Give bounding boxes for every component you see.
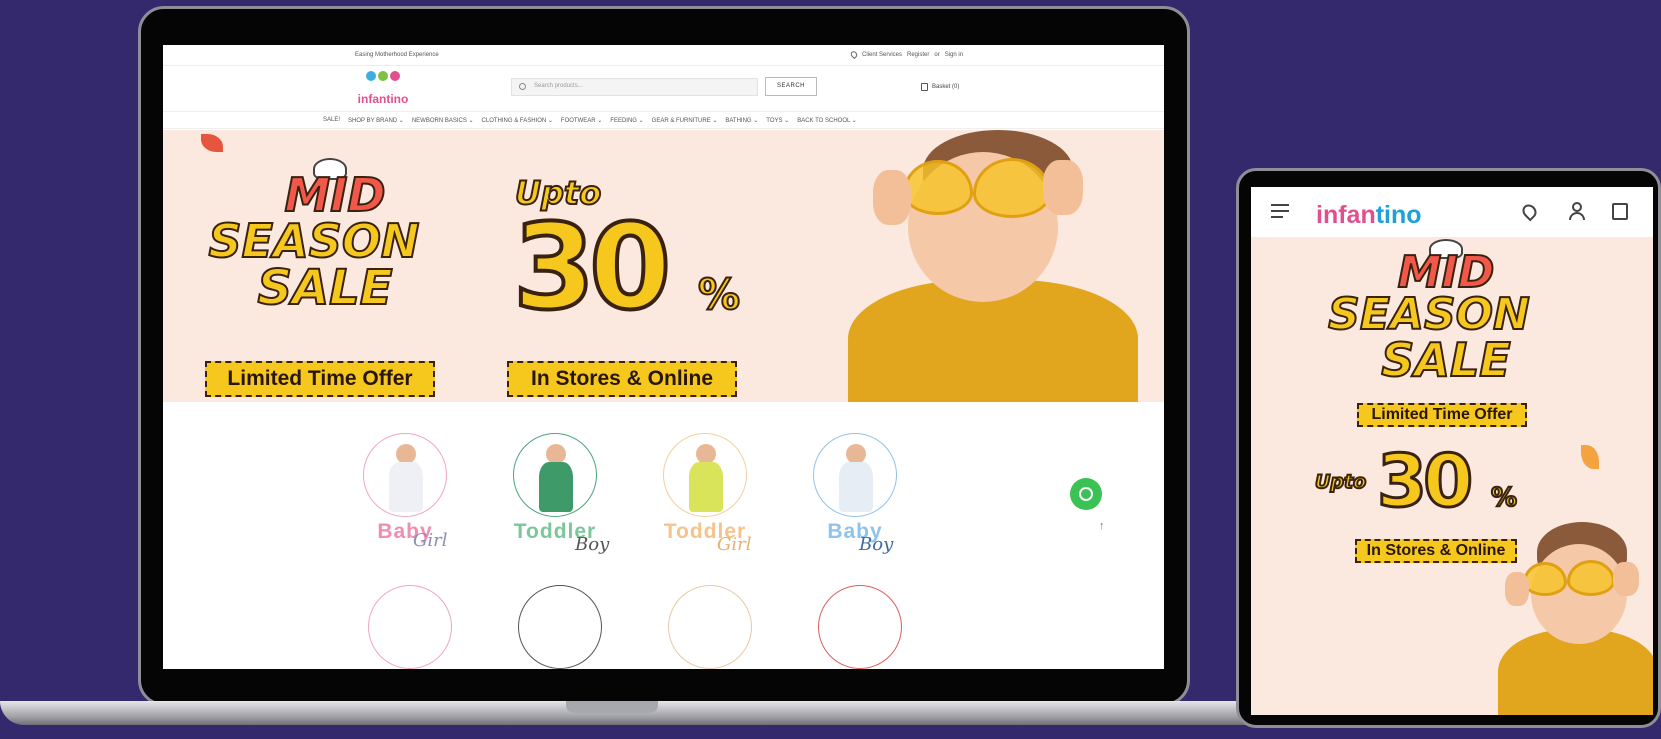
logo-part-2: tino bbox=[1375, 201, 1422, 229]
top-bar-links: Client Services Register or Sign in bbox=[849, 49, 963, 60]
nav-gear-furniture[interactable]: GEAR & FURNITURE ⌄ bbox=[652, 117, 718, 124]
category-figure-head bbox=[546, 444, 566, 464]
nav-bathing[interactable]: BATHING ⌄ bbox=[725, 117, 758, 124]
category-figure-outfit bbox=[839, 462, 873, 512]
basket-icon bbox=[921, 83, 928, 91]
main-nav: SALE! SHOP BY BRAND ⌄ NEWBORN BASICS ⌄ C… bbox=[163, 112, 1164, 129]
child-hand-right bbox=[1613, 562, 1639, 596]
register-link[interactable]: Register bbox=[907, 52, 929, 58]
banner-season: SEASON bbox=[208, 214, 421, 268]
footwear-category-4-image[interactable] bbox=[818, 585, 902, 669]
sign-in-link[interactable]: Sign in bbox=[945, 52, 963, 58]
search-placeholder: Search products... bbox=[534, 83, 583, 89]
category-baby-boy-word[interactable]: Baby bbox=[795, 520, 915, 544]
site-logo[interactable]: infantino bbox=[353, 69, 413, 109]
child-hand-right bbox=[1043, 160, 1083, 215]
nav-sale[interactable]: SALE! bbox=[323, 117, 340, 123]
search-input[interactable]: Search products... bbox=[511, 78, 758, 96]
banner-percent: % bbox=[697, 269, 741, 320]
banner-child-photo bbox=[803, 130, 1164, 402]
nav-shop-by-brand[interactable]: SHOP BY BRAND ⌄ bbox=[348, 117, 404, 124]
logo-flower-green bbox=[378, 71, 388, 81]
sunglasses-left-lens bbox=[1523, 562, 1567, 596]
category-baby-boy-script: Boy bbox=[859, 534, 894, 555]
banner-sale: SALE bbox=[256, 260, 393, 316]
logo-flowers bbox=[353, 69, 413, 81]
mobile-banner-upto: Upto bbox=[1314, 470, 1367, 494]
basket-label: Basket (0) bbox=[932, 84, 960, 90]
logo-wordmark: infantino bbox=[357, 92, 409, 106]
nav-back-to-school[interactable]: BACK TO SCHOOL ⌄ bbox=[797, 117, 857, 124]
category-baby-boy-image[interactable] bbox=[813, 433, 897, 517]
category-figure-head bbox=[846, 444, 866, 464]
whatsapp-icon[interactable] bbox=[1070, 478, 1102, 510]
category-toddler-boy-script: Boy bbox=[575, 534, 610, 555]
category-baby-girl-image[interactable] bbox=[363, 433, 447, 517]
mobile-banner-child-photo bbox=[1483, 522, 1653, 715]
nav-clothing-fashion[interactable]: CLOTHING & FASHION ⌄ bbox=[482, 117, 553, 124]
mobile-banner-limited-offer: Limited Time Offer bbox=[1357, 403, 1527, 427]
nav-toys[interactable]: TOYS ⌄ bbox=[766, 117, 789, 124]
autumn-leaf-icon bbox=[1581, 445, 1599, 469]
laptop-notch bbox=[566, 701, 658, 713]
hero-banner[interactable]: MID SEASON SALE Limited Time Offer Upto … bbox=[163, 130, 1164, 402]
category-toddler-girl-image[interactable] bbox=[663, 433, 747, 517]
site-header: infantino Search products... SEARCH Bask… bbox=[163, 66, 1164, 112]
child-hand-left bbox=[873, 170, 911, 225]
user-icon[interactable] bbox=[1569, 202, 1585, 220]
location-pin-icon[interactable] bbox=[1519, 201, 1540, 222]
banner-channels: In Stores & Online bbox=[507, 361, 737, 397]
search-button[interactable]: SEARCH bbox=[765, 77, 817, 96]
logo-part-1: infan bbox=[1316, 201, 1376, 229]
footwear-category-3-image[interactable] bbox=[668, 585, 752, 669]
client-services-link[interactable]: Client Services bbox=[862, 52, 902, 58]
mobile-header: infantino bbox=[1251, 187, 1653, 237]
search-icon bbox=[519, 83, 526, 90]
category-section: Baby Girl Toddler Boy Toddler Girl Baby … bbox=[163, 430, 1164, 669]
category-toddler-boy-image[interactable] bbox=[513, 433, 597, 517]
top-bar: Easing Motherhood Experience Client Serv… bbox=[163, 45, 1164, 66]
logo-flower-blue bbox=[366, 71, 376, 81]
mobile-banner-mid: MID bbox=[1397, 247, 1496, 298]
mobile-banner-discount-value: 30 bbox=[1375, 439, 1474, 523]
category-figure-outfit bbox=[389, 462, 423, 512]
banner-limited-offer: Limited Time Offer bbox=[205, 361, 435, 397]
child-hand-left bbox=[1505, 572, 1529, 606]
or-text: or bbox=[934, 51, 940, 58]
nav-newborn-basics[interactable]: NEWBORN BASICS ⌄ bbox=[412, 117, 474, 124]
category-figure-head bbox=[396, 444, 416, 464]
banner-discount-value: 30 bbox=[511, 198, 673, 336]
menu-search-icon[interactable] bbox=[1271, 204, 1289, 222]
basket-link[interactable]: Basket (0) bbox=[921, 83, 959, 91]
mobile-logo[interactable]: infantino bbox=[1316, 201, 1422, 230]
autumn-leaf-icon bbox=[201, 134, 223, 152]
mobile-banner-sale: SALE bbox=[1380, 333, 1511, 387]
whatsapp-icon-glyph bbox=[1079, 487, 1093, 501]
bag-icon[interactable] bbox=[1612, 203, 1628, 220]
tagline: Easing Motherhood Experience bbox=[355, 52, 439, 58]
mobile-banner-percent: % bbox=[1490, 482, 1518, 514]
nav-footwear[interactable]: FOOTWEAR ⌄ bbox=[561, 117, 602, 124]
category-figure-head bbox=[696, 444, 716, 464]
sunglasses-right-lens bbox=[1567, 560, 1615, 596]
footwear-category-1-image[interactable] bbox=[368, 585, 452, 669]
logo-flower-pink bbox=[390, 71, 400, 81]
mobile-website: infantino MID SEASON SALE Limited Time O… bbox=[1251, 187, 1653, 715]
nav-feeding[interactable]: FEEDING ⌄ bbox=[610, 117, 643, 124]
location-pin-icon bbox=[849, 49, 859, 60]
scroll-up-icon[interactable]: ↑ bbox=[1099, 520, 1105, 532]
category-baby-girl-script: Girl bbox=[413, 530, 448, 551]
category-figure-outfit bbox=[689, 462, 723, 512]
banner-mid: MID bbox=[283, 168, 386, 222]
category-figure-outfit bbox=[539, 462, 573, 512]
category-toddler-girl-script: Girl bbox=[717, 534, 752, 555]
footwear-category-2-image[interactable] bbox=[518, 585, 602, 669]
desktop-website: Easing Motherhood Experience Client Serv… bbox=[163, 45, 1164, 669]
mobile-banner-season: SEASON bbox=[1327, 289, 1531, 340]
